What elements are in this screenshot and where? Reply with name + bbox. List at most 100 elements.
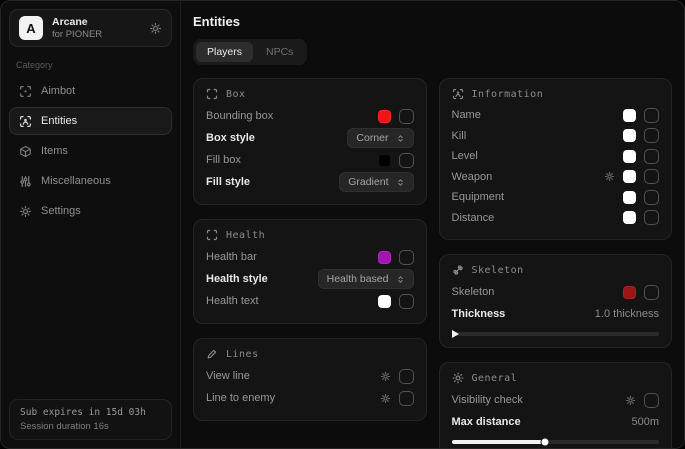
setting-row: Kill <box>452 126 660 147</box>
box-brackets-icon <box>206 88 218 100</box>
max-distance-slider-thumb[interactable] <box>540 438 549 447</box>
max-distance-slider[interactable] <box>452 440 660 444</box>
box-style-select[interactable]: Corner <box>347 128 413 148</box>
entity-scan-icon <box>452 88 464 100</box>
sidebar-item-aimbot[interactable]: Aimbot <box>9 77 172 105</box>
setting-label: Thickness <box>452 308 506 320</box>
color-swatch[interactable] <box>378 295 391 308</box>
main-panel: Entities Players NPCs Box <box>181 1 684 448</box>
setting-row: View line <box>206 365 414 387</box>
fill-style-select[interactable]: Gradient <box>339 172 413 192</box>
gear-icon[interactable] <box>149 22 162 35</box>
general-card: General Visibility check <box>439 362 673 448</box>
setting-row: Skeleton <box>452 281 660 303</box>
setting-label: View line <box>206 370 250 382</box>
max-distance-value: 500m <box>631 416 659 428</box>
page-title: Entities <box>193 14 672 29</box>
sidebar-nav: Aimbot Entities <box>9 77 172 225</box>
setting-label: Visibility check <box>452 394 523 406</box>
card-title: Health <box>226 230 265 241</box>
setting-row: Thickness 1.0 thickness <box>452 303 660 325</box>
tab-npcs[interactable]: NPCs <box>255 42 304 62</box>
sidebar-item-entities[interactable]: Entities <box>9 107 172 135</box>
kill-checkbox[interactable] <box>644 128 659 143</box>
gear-icon <box>19 205 32 218</box>
gear-icon[interactable] <box>625 395 636 406</box>
sidebar-item-items[interactable]: Items <box>9 137 172 165</box>
app-logo: A <box>19 16 43 40</box>
color-swatch[interactable] <box>378 154 391 167</box>
health-card: Health Health bar Health style Health ba… <box>193 219 427 324</box>
setting-label: Kill <box>452 130 467 142</box>
setting-label: Fill style <box>206 176 250 188</box>
lines-card: Lines View line <box>193 338 427 421</box>
card-title: General <box>472 373 518 384</box>
color-swatch[interactable] <box>623 129 636 142</box>
brand-card: A Arcane for PIONER <box>9 9 172 47</box>
sidebar-item-label: Miscellaneous <box>41 175 111 187</box>
sidebar-item-miscellaneous[interactable]: Miscellaneous <box>9 167 172 195</box>
setting-row: Max distance 500m <box>452 411 660 433</box>
setting-label: Name <box>452 109 481 121</box>
card-title: Skeleton <box>472 265 524 276</box>
view-line-checkbox[interactable] <box>399 369 414 384</box>
name-checkbox[interactable] <box>644 108 659 123</box>
fill-box-checkbox[interactable] <box>399 153 414 168</box>
app-subtitle: for PIONER <box>52 29 102 40</box>
sidebar-item-settings[interactable]: Settings <box>9 197 172 225</box>
crosshair-icon <box>19 85 32 98</box>
setting-row: Health style Health based <box>206 268 414 290</box>
equipment-checkbox[interactable] <box>644 190 659 205</box>
setting-row: Fill style Gradient <box>206 171 414 193</box>
setting-row: Health bar <box>206 246 414 268</box>
thickness-slider[interactable] <box>452 332 660 336</box>
visibility-check-checkbox[interactable] <box>644 393 659 408</box>
gear-icon[interactable] <box>380 393 391 404</box>
box-card: Box Bounding box Box style Corner <box>193 78 427 205</box>
setting-row: Name <box>452 105 660 126</box>
color-swatch[interactable] <box>623 191 636 204</box>
health-bar-checkbox[interactable] <box>399 250 414 265</box>
thickness-slider-thumb[interactable] <box>452 330 459 338</box>
session-duration-text: Session duration 16s <box>20 421 161 432</box>
select-value: Gradient <box>348 176 388 188</box>
health-style-select[interactable]: Health based <box>318 269 414 289</box>
sidebar-item-label: Entities <box>41 115 77 127</box>
setting-row: Weapon <box>452 167 660 188</box>
bounding-box-checkbox[interactable] <box>399 109 414 124</box>
distance-checkbox[interactable] <box>644 210 659 225</box>
setting-label: Health style <box>206 273 268 285</box>
color-swatch[interactable] <box>623 109 636 122</box>
setting-row: Health text <box>206 290 414 312</box>
skeleton-checkbox[interactable] <box>644 285 659 300</box>
setting-label: Line to enemy <box>206 392 275 404</box>
chevron-updown-icon <box>396 275 405 284</box>
weapon-checkbox[interactable] <box>644 169 659 184</box>
gear-icon[interactable] <box>380 371 391 382</box>
chevron-updown-icon <box>396 134 405 143</box>
tab-players[interactable]: Players <box>196 42 253 62</box>
setting-row: Fill box <box>206 149 414 171</box>
color-swatch[interactable] <box>623 211 636 224</box>
setting-label: Level <box>452 150 478 162</box>
health-text-checkbox[interactable] <box>399 294 414 309</box>
color-swatch[interactable] <box>623 150 636 163</box>
select-value: Corner <box>356 132 388 144</box>
color-swatch[interactable] <box>623 170 636 183</box>
gear-icon[interactable] <box>604 171 615 182</box>
setting-row: Bounding box <box>206 105 414 127</box>
cube-icon <box>19 145 32 158</box>
setting-row: Level <box>452 146 660 167</box>
skeleton-card: Skeleton Skeleton Thickness 1.0 thicknes… <box>439 254 673 348</box>
color-swatch[interactable] <box>378 251 391 264</box>
color-swatch[interactable] <box>623 286 636 299</box>
setting-label: Bounding box <box>206 110 273 122</box>
sidebar-item-label: Aimbot <box>41 85 75 97</box>
app-name: Arcane <box>52 16 102 28</box>
pencil-line-icon <box>206 348 218 360</box>
sub-expires-text: Sub expires in 15d 03h <box>20 407 161 418</box>
setting-row: Visibility check <box>452 389 660 411</box>
color-swatch[interactable] <box>378 110 391 123</box>
line-to-enemy-checkbox[interactable] <box>399 391 414 406</box>
level-checkbox[interactable] <box>644 149 659 164</box>
